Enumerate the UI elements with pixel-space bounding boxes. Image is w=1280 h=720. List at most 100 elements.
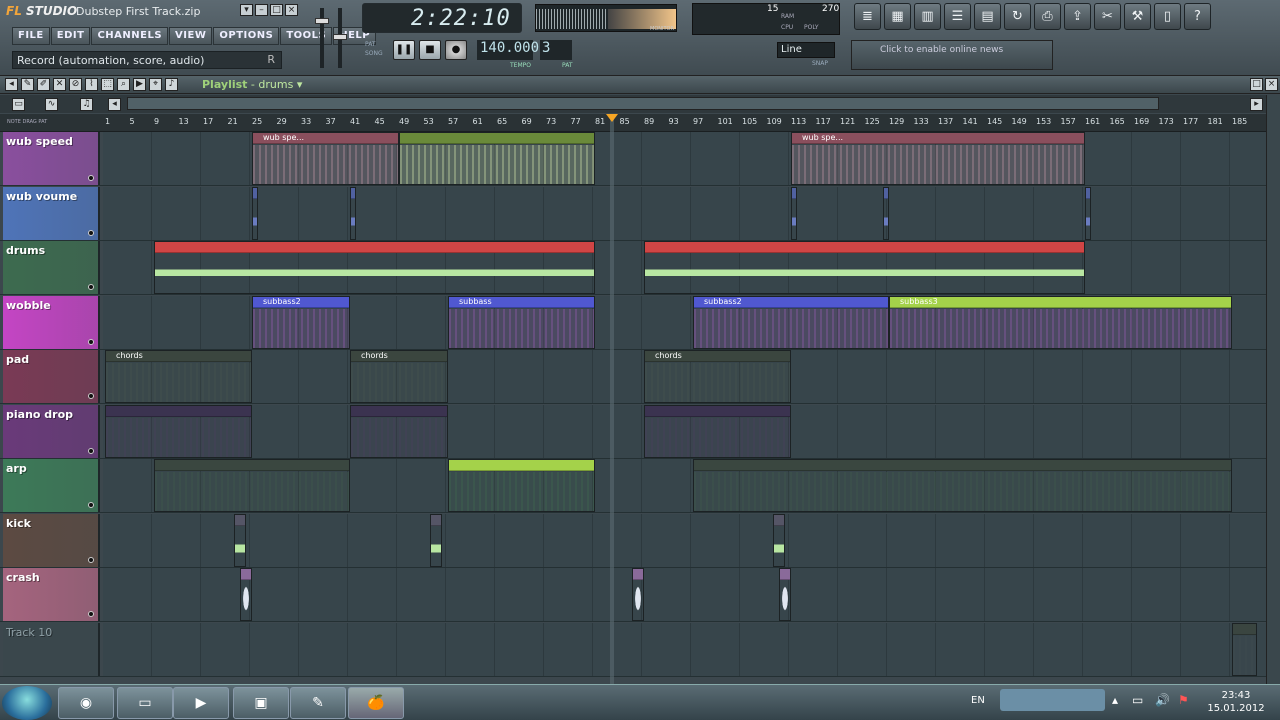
master-volume[interactable]	[312, 4, 352, 72]
tray-media-controls[interactable]	[1000, 689, 1105, 711]
menu-channels[interactable]: CHANNELS	[91, 27, 169, 45]
close-icon[interactable]: ×	[285, 4, 298, 16]
pattern-clip[interactable]	[252, 186, 259, 240]
link-icon[interactable]: ∿	[45, 98, 58, 111]
playlist-title[interactable]: Playlist - drums ▾	[202, 78, 302, 91]
menu-edit[interactable]: EDIT	[50, 27, 91, 45]
track-mute-led[interactable]	[88, 175, 94, 181]
menu-view[interactable]: VIEW	[169, 27, 213, 45]
song-time-display[interactable]: 2:22:10	[362, 3, 522, 33]
fl-studio-task-icon[interactable]: 🍊	[348, 687, 404, 719]
draw-icon[interactable]: ✎	[21, 78, 34, 91]
pattern-clip[interactable]	[233, 513, 246, 567]
system-clock[interactable]: 23:43 15.01.2012	[1206, 689, 1266, 715]
menu-arrow-icon[interactable]: ◂	[5, 78, 18, 91]
track-lane[interactable]	[103, 459, 1266, 512]
snap-select[interactable]: Line	[777, 42, 835, 58]
pattern-clip[interactable]	[448, 459, 595, 512]
pattern-number[interactable]: 3	[540, 40, 572, 60]
pattern-clip[interactable]	[693, 459, 1232, 512]
vertical-scrollbar[interactable]	[1266, 95, 1280, 684]
track-header[interactable]: wub speed	[3, 132, 100, 185]
playlist-icon[interactable]: ≣	[854, 3, 881, 30]
pattern-clip[interactable]	[105, 404, 252, 458]
restore-icon[interactable]: □	[270, 4, 283, 16]
snap-icon[interactable]: ⌖	[149, 78, 162, 91]
pattern-clip[interactable]	[399, 132, 595, 185]
record-button[interactable]: ●	[445, 40, 467, 60]
start-button[interactable]	[2, 686, 52, 720]
pattern-clip[interactable]	[644, 241, 1085, 294]
pattern-clip[interactable]	[1085, 186, 1092, 240]
track-lane[interactable]	[103, 404, 1266, 458]
slice-icon[interactable]: ⌇	[85, 78, 98, 91]
volume-icon[interactable]: 🔊	[1155, 693, 1170, 707]
menu-file[interactable]: FILE	[12, 27, 50, 45]
track-mute-led[interactable]	[88, 611, 94, 617]
track-header[interactable]: drums	[3, 241, 100, 294]
track-lane[interactable]: chords chords chords	[103, 350, 1266, 403]
cut-icon[interactable]: ✂	[1094, 3, 1121, 30]
track-lane[interactable]	[103, 513, 1266, 567]
pattern-clip[interactable]	[154, 459, 350, 512]
pause-button[interactable]: ❚❚	[393, 40, 415, 60]
paint-icon[interactable]: ✐	[37, 78, 50, 91]
pattern-clip[interactable]	[429, 513, 442, 567]
channel-rack-icon[interactable]: ▥	[914, 3, 941, 30]
pattern-view-icon[interactable]: ▭	[12, 98, 25, 111]
pattern-clip[interactable]: subbass	[448, 295, 595, 349]
note-icon[interactable]: ♫	[80, 98, 93, 111]
minimize-icon[interactable]: –	[255, 4, 268, 16]
stop-button[interactable]: ■	[419, 40, 441, 60]
track-lane[interactable]	[103, 568, 1266, 621]
pattern-clip[interactable]	[882, 186, 889, 240]
track-mute-led[interactable]	[88, 229, 94, 236]
track-header[interactable]: crash	[3, 568, 100, 621]
track-mute-led[interactable]	[88, 393, 94, 399]
pattern-clip[interactable]: chords	[350, 350, 448, 403]
horizontal-scrollbar[interactable]	[127, 97, 1159, 110]
online-news-bar[interactable]: Click to enable online news	[851, 40, 1053, 70]
timeline-ruler[interactable]: NOTE DRAG PAT 1 5 9 13 17 21 25 29 33 37 41 45 49 53 5…	[0, 114, 1280, 132]
pattern-clip[interactable]: wub spe...	[252, 132, 399, 185]
media-player-icon[interactable]: ▶	[173, 687, 229, 719]
language-indicator[interactable]: EN	[971, 695, 985, 706]
window-max-icon[interactable]: □	[1250, 78, 1263, 91]
tool-app-icon[interactable]: ✎	[290, 687, 346, 719]
scroll-right-icon[interactable]: ▸	[1250, 98, 1263, 111]
track-lane[interactable]	[103, 622, 1266, 676]
pattern-clip[interactable]: chords	[644, 350, 791, 403]
playback-icon[interactable]: ▶	[133, 78, 146, 91]
track-mute-led[interactable]	[88, 556, 94, 563]
scroll-left-icon[interactable]: ◂	[108, 98, 121, 111]
delete-icon[interactable]: ✕	[53, 78, 66, 91]
track-lane[interactable]: subbass2 subbass subbass2 subbass3	[103, 295, 1266, 349]
track-lane[interactable]: wub spe... wub spe...	[103, 132, 1266, 185]
playhead-marker[interactable]	[606, 114, 618, 122]
pattern-clip[interactable]	[778, 568, 791, 621]
track-mute-led[interactable]	[88, 447, 94, 454]
folder-icon[interactable]: ▭	[117, 687, 173, 719]
track-header[interactable]: pad	[3, 350, 100, 403]
dropdown-icon[interactable]: ▾	[240, 4, 253, 16]
flag-icon[interactable]: ⚑	[1178, 693, 1189, 707]
mixer-icon[interactable]: ☰	[944, 3, 971, 30]
browser-icon[interactable]: ▤	[974, 3, 1001, 30]
track-header[interactable]: wobble	[3, 295, 100, 349]
track-header[interactable]: kick	[3, 513, 100, 567]
pattern-clip[interactable]	[772, 513, 785, 567]
pattern-clip[interactable]: subbass2	[252, 295, 350, 349]
pattern-clip[interactable]	[350, 186, 357, 240]
tray-arrow-icon[interactable]: ▴	[1112, 693, 1118, 707]
tools-icon[interactable]: ⚒	[1124, 3, 1151, 30]
track-mute-led[interactable]	[88, 338, 94, 345]
pattern-clip[interactable]	[239, 568, 252, 621]
network-icon[interactable]: ▭	[1132, 693, 1143, 707]
export-icon[interactable]: ⇪	[1064, 3, 1091, 30]
help-icon[interactable]: ?	[1184, 3, 1211, 30]
pattern-clip[interactable]	[350, 404, 448, 458]
pattern-clip[interactable]: subbass3	[889, 295, 1232, 349]
track-header[interactable]: piano drop	[3, 404, 100, 458]
track-header[interactable]: wub voume	[3, 186, 100, 240]
zoom-icon[interactable]: ⌕	[117, 78, 130, 91]
